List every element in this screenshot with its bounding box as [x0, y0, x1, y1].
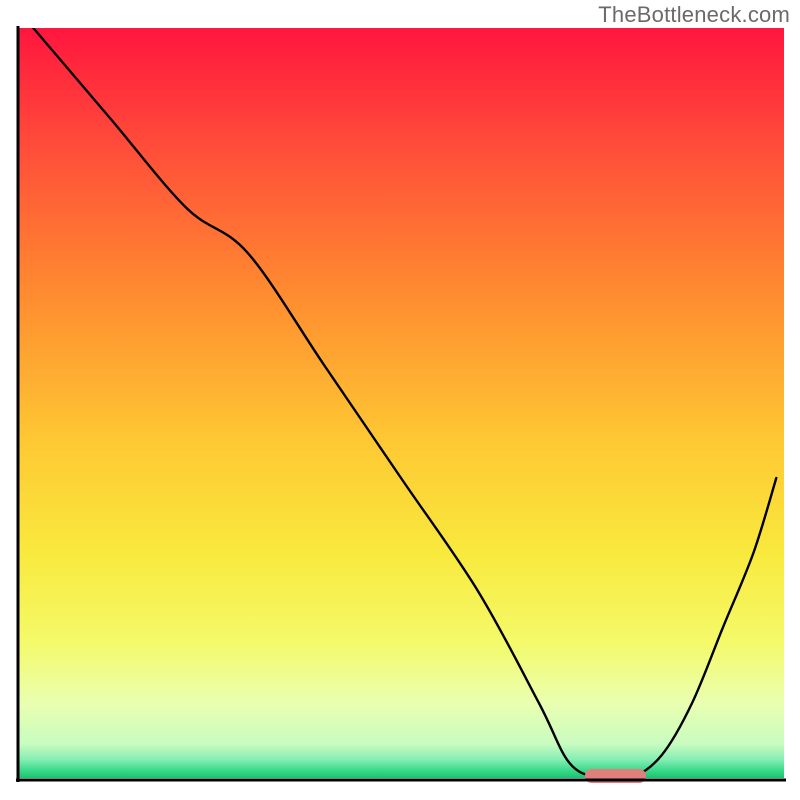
heat-background — [18, 28, 784, 778]
chart-stage: TheBottleneck.com — [0, 0, 800, 800]
chart-svg — [0, 0, 800, 800]
watermark-text: TheBottleneck.com — [598, 2, 790, 28]
